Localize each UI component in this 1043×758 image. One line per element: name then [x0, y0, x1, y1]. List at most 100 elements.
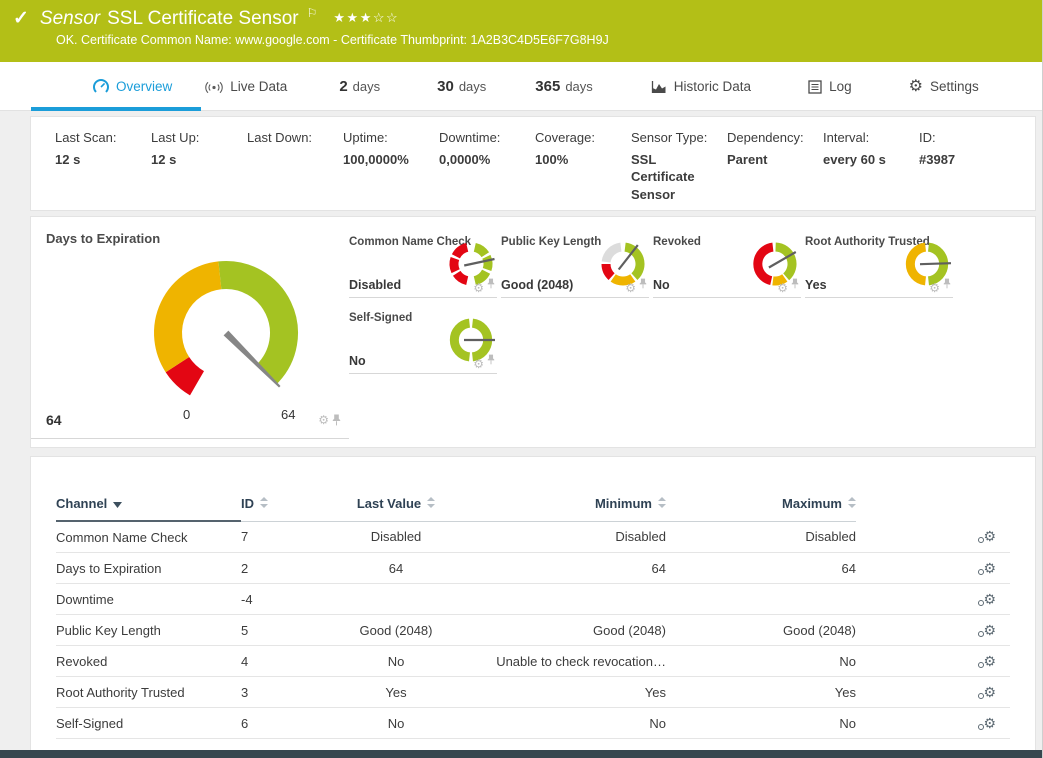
gauge-current-value: No — [653, 278, 670, 292]
channel-settings-icon[interactable]: ⚙ — [983, 529, 996, 543]
info-last-up: Last Up:12 s — [151, 130, 247, 210]
column-label: Minimum — [595, 496, 652, 511]
channel-settings-icon[interactable]: ⚙ — [983, 654, 996, 668]
sensor-status-message: OK. Certificate Common Name: www.google.… — [56, 33, 1042, 47]
channel-row-public-key-length: Public Key Length5Good (2048)Good (2048)… — [56, 615, 1010, 646]
days-to-expiration-gauge — [61, 233, 381, 413]
info-label: Dependency: — [727, 130, 811, 147]
channels-table: ChannelID Last Value Minimum Maximum Common… — [56, 495, 1010, 739]
column-label: Last Value — [357, 496, 421, 511]
info-value: #3987 — [919, 151, 1003, 169]
column-header-last-value[interactable]: Last Value — [321, 495, 471, 521]
info-label: Downtime: — [439, 130, 523, 147]
tab-label: days — [565, 79, 592, 94]
sort-toggle-icon — [848, 496, 856, 511]
sort-toggle-icon — [658, 496, 666, 511]
gear-icon[interactable]: ⚙ — [625, 282, 636, 294]
info-value: 12 s — [151, 151, 235, 169]
tab-live-data[interactable]: Live Data — [205, 79, 287, 94]
cell-id: 2 — [241, 553, 321, 584]
tab-log[interactable]: Log — [808, 79, 852, 94]
gear-icon[interactable]: ⚙ — [777, 282, 788, 294]
tab-label: Settings — [930, 79, 979, 94]
cell-max: Yes — [666, 677, 856, 708]
sort-toggle-icon — [260, 496, 268, 511]
column-header-id[interactable]: ID — [241, 495, 321, 521]
gear-icon[interactable]: ⚙ — [929, 282, 940, 294]
gauge-scale-min: 0 — [183, 407, 190, 422]
active-tab-indicator — [31, 107, 201, 111]
cell-id: 5 — [241, 615, 321, 646]
info-id: ID: #3987 — [919, 130, 1015, 210]
cell-min: 64 — [471, 553, 666, 584]
channel-settings-icon[interactable]: ⚙ — [983, 685, 996, 699]
cell-channel: Public Key Length — [56, 615, 241, 646]
info-label: Sensor Type: — [631, 130, 715, 147]
cell-max: No — [666, 708, 856, 739]
cell-min: Yes — [471, 677, 666, 708]
pin-icon[interactable] — [332, 414, 341, 426]
column-label: ID — [241, 496, 254, 511]
gauge-current-value: 64 — [46, 412, 62, 428]
column-header-minimum[interactable]: Minimum — [471, 495, 666, 521]
gear-icon[interactable]: ⚙ — [318, 414, 329, 426]
tab-overview[interactable]: Overview — [93, 78, 172, 94]
cell-actions: ⚙ — [856, 708, 1010, 739]
cell-last: No — [321, 708, 471, 739]
gauges-panel: Days to Expiration 64 0 64 ⚙ Common Name… — [30, 216, 1036, 448]
gauge-current-value: Good (2048) — [501, 278, 573, 292]
channel-row-self-signed: Self-Signed6NoNoNo⚙ — [56, 708, 1010, 739]
channel-settings-icon[interactable]: ⚙ — [983, 623, 996, 637]
column-header-channel[interactable]: Channel — [56, 495, 241, 521]
tab-number: 365 — [535, 78, 560, 95]
tab-number: 2 — [339, 78, 347, 95]
info-interval: Interval:every 60 s — [823, 130, 919, 210]
gauge-tile-days-to-expiration: Days to Expiration 64 0 64 ⚙ — [31, 217, 349, 439]
priority-stars[interactable]: ★★★☆☆ — [333, 10, 399, 26]
channel-row-root-authority-trusted: Root Authority Trusted3YesYesYes⚙ — [56, 677, 1010, 708]
settings-gear-icon: ⚙ — [909, 79, 923, 95]
gauge-current-value: Yes — [805, 278, 827, 292]
pin-icon[interactable] — [487, 352, 495, 370]
info-downtime: Downtime:0,0000% — [439, 130, 535, 210]
cell-max — [666, 584, 856, 615]
cell-last: Yes — [321, 677, 471, 708]
column-header-maximum[interactable]: Maximum — [666, 495, 856, 521]
tab-2-days[interactable]: 2days — [339, 78, 380, 95]
tab-365-days[interactable]: 365 days — [535, 78, 593, 95]
info-label: ID: — [919, 130, 1003, 147]
cell-channel: Revoked — [56, 646, 241, 677]
tab-30-days[interactable]: 30days — [437, 78, 486, 95]
gear-icon[interactable]: ⚙ — [473, 282, 484, 294]
info-last-scan: Last Scan:12 s — [55, 130, 151, 210]
tab-bar: Overview Live Data 2days 30days 365 days Histo… — [0, 62, 1042, 111]
channel-row-downtime: Downtime-4⚙ — [56, 584, 1010, 615]
info-value: SSL Certificate Sensor — [631, 151, 715, 204]
pin-icon[interactable] — [943, 276, 951, 294]
info-value: 100,0000% — [343, 151, 427, 169]
cell-actions: ⚙ — [856, 553, 1010, 584]
channel-settings-icon[interactable]: ⚙ — [983, 592, 996, 606]
gauge-needle — [920, 263, 951, 264]
tab-historic-data[interactable]: Historic Data — [651, 79, 751, 94]
tab-settings[interactable]: ⚙ Settings — [909, 78, 979, 94]
cell-last: No — [321, 646, 471, 677]
gear-icon[interactable]: ⚙ — [473, 358, 484, 370]
cell-id: -4 — [241, 584, 321, 615]
log-icon — [808, 80, 822, 94]
status-ok-check-icon: ✓ — [13, 7, 29, 30]
pin-icon[interactable] — [487, 276, 495, 294]
pin-icon[interactable] — [639, 276, 647, 294]
flag-icon[interactable]: ⚐ — [307, 6, 318, 20]
channel-row-common-name-check: Common Name Check7DisabledDisabledDisabl… — [56, 521, 1010, 553]
channel-row-revoked: Revoked4NoUnable to check revocation…No⚙ — [56, 646, 1010, 677]
channel-settings-icon[interactable]: ⚙ — [983, 716, 996, 730]
pin-icon[interactable] — [791, 276, 799, 294]
prtg-sensor-page: ✓ Sensor SSL Certificate Sensor ⚐ ★★★☆☆ … — [0, 0, 1043, 758]
channel-settings-icon[interactable]: ⚙ — [983, 561, 996, 575]
cell-min: Unable to check revocation… — [471, 646, 666, 677]
cell-actions: ⚙ — [856, 521, 1010, 553]
cell-max: Good (2048) — [666, 615, 856, 646]
gauge-icon — [93, 79, 109, 95]
cell-max: 64 — [666, 553, 856, 584]
